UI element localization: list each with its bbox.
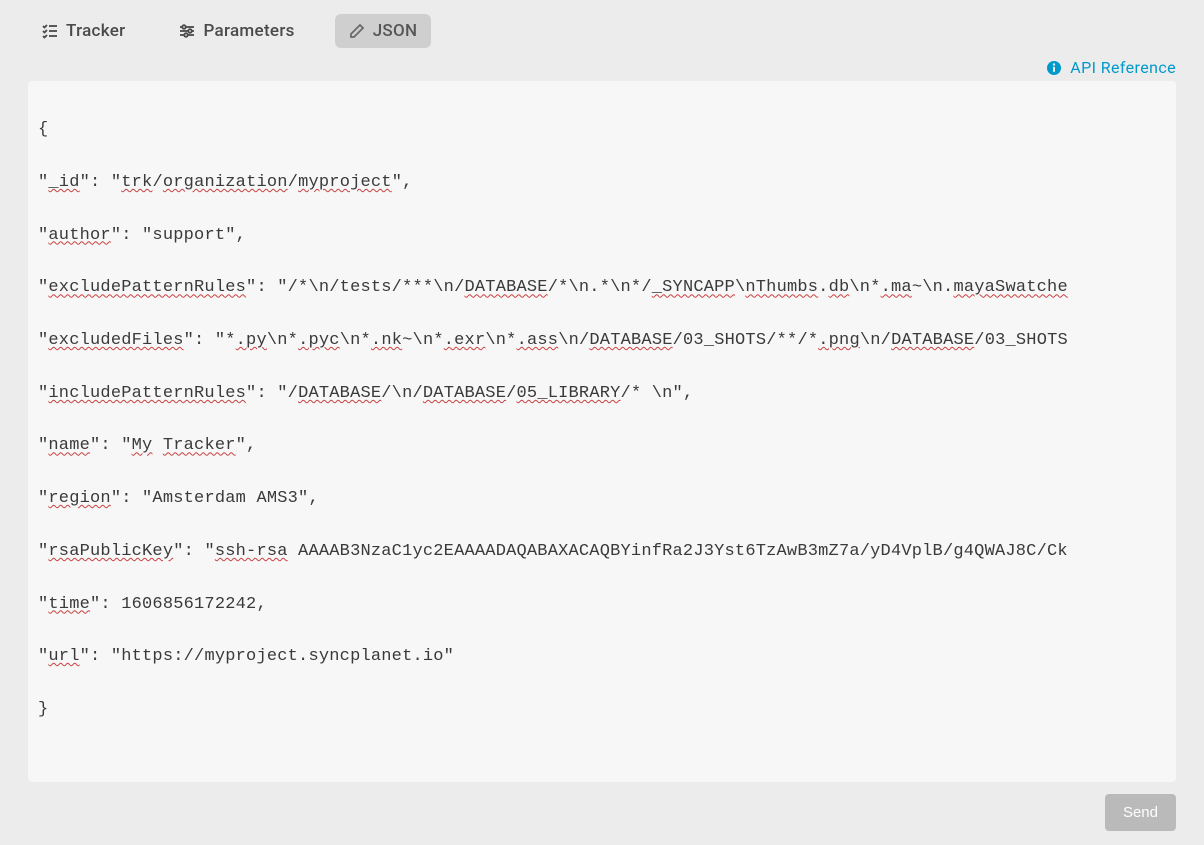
json-line-excludepatternrules: "excludePatternRules": "/*\n/tests/***\n… xyxy=(38,275,1166,301)
tab-json-label: JSON xyxy=(373,21,418,41)
json-line-time: "time": 1606856172242, xyxy=(38,592,1166,618)
json-brace-open: { xyxy=(38,117,1166,143)
pencil-icon xyxy=(349,23,365,39)
api-reference-label: API Reference xyxy=(1070,58,1176,77)
json-line-url: "url": "https://myproject.syncplanet.io" xyxy=(38,644,1166,670)
tab-tracker[interactable]: Tracker xyxy=(28,14,139,48)
tab-parameters[interactable]: Parameters xyxy=(165,14,308,48)
json-line-rsapublickey: "rsaPublicKey": "ssh-rsa AAAAB3NzaC1yc2E… xyxy=(38,539,1166,565)
json-line-author: "author": "support", xyxy=(38,223,1166,249)
json-editor[interactable]: { "_id": "trk/organization/myproject", "… xyxy=(28,81,1176,782)
json-line-region: "region": "Amsterdam AMS3", xyxy=(38,486,1166,512)
json-line-excludedfiles: "excludedFiles": "*.py\n*.pyc\n*.nk~\n*.… xyxy=(38,328,1166,354)
tab-json[interactable]: JSON xyxy=(335,14,432,48)
json-line-name: "name": "My Tracker", xyxy=(38,433,1166,459)
api-reference-link[interactable]: API Reference xyxy=(28,58,1176,77)
sliders-icon xyxy=(179,23,195,39)
json-line-includepatternrules: "includePatternRules": "/DATABASE/\n/DAT… xyxy=(38,381,1166,407)
send-row: Send xyxy=(28,794,1176,831)
info-icon xyxy=(1046,60,1062,76)
tab-tracker-label: Tracker xyxy=(66,21,125,41)
tab-parameters-label: Parameters xyxy=(203,21,294,41)
list-check-icon xyxy=(42,23,58,39)
json-line-id: "_id": "trk/organization/myproject", xyxy=(38,170,1166,196)
json-brace-close: } xyxy=(38,697,1166,723)
tabs-bar: Tracker Parameters JSON xyxy=(28,14,1176,48)
send-button[interactable]: Send xyxy=(1105,794,1176,831)
